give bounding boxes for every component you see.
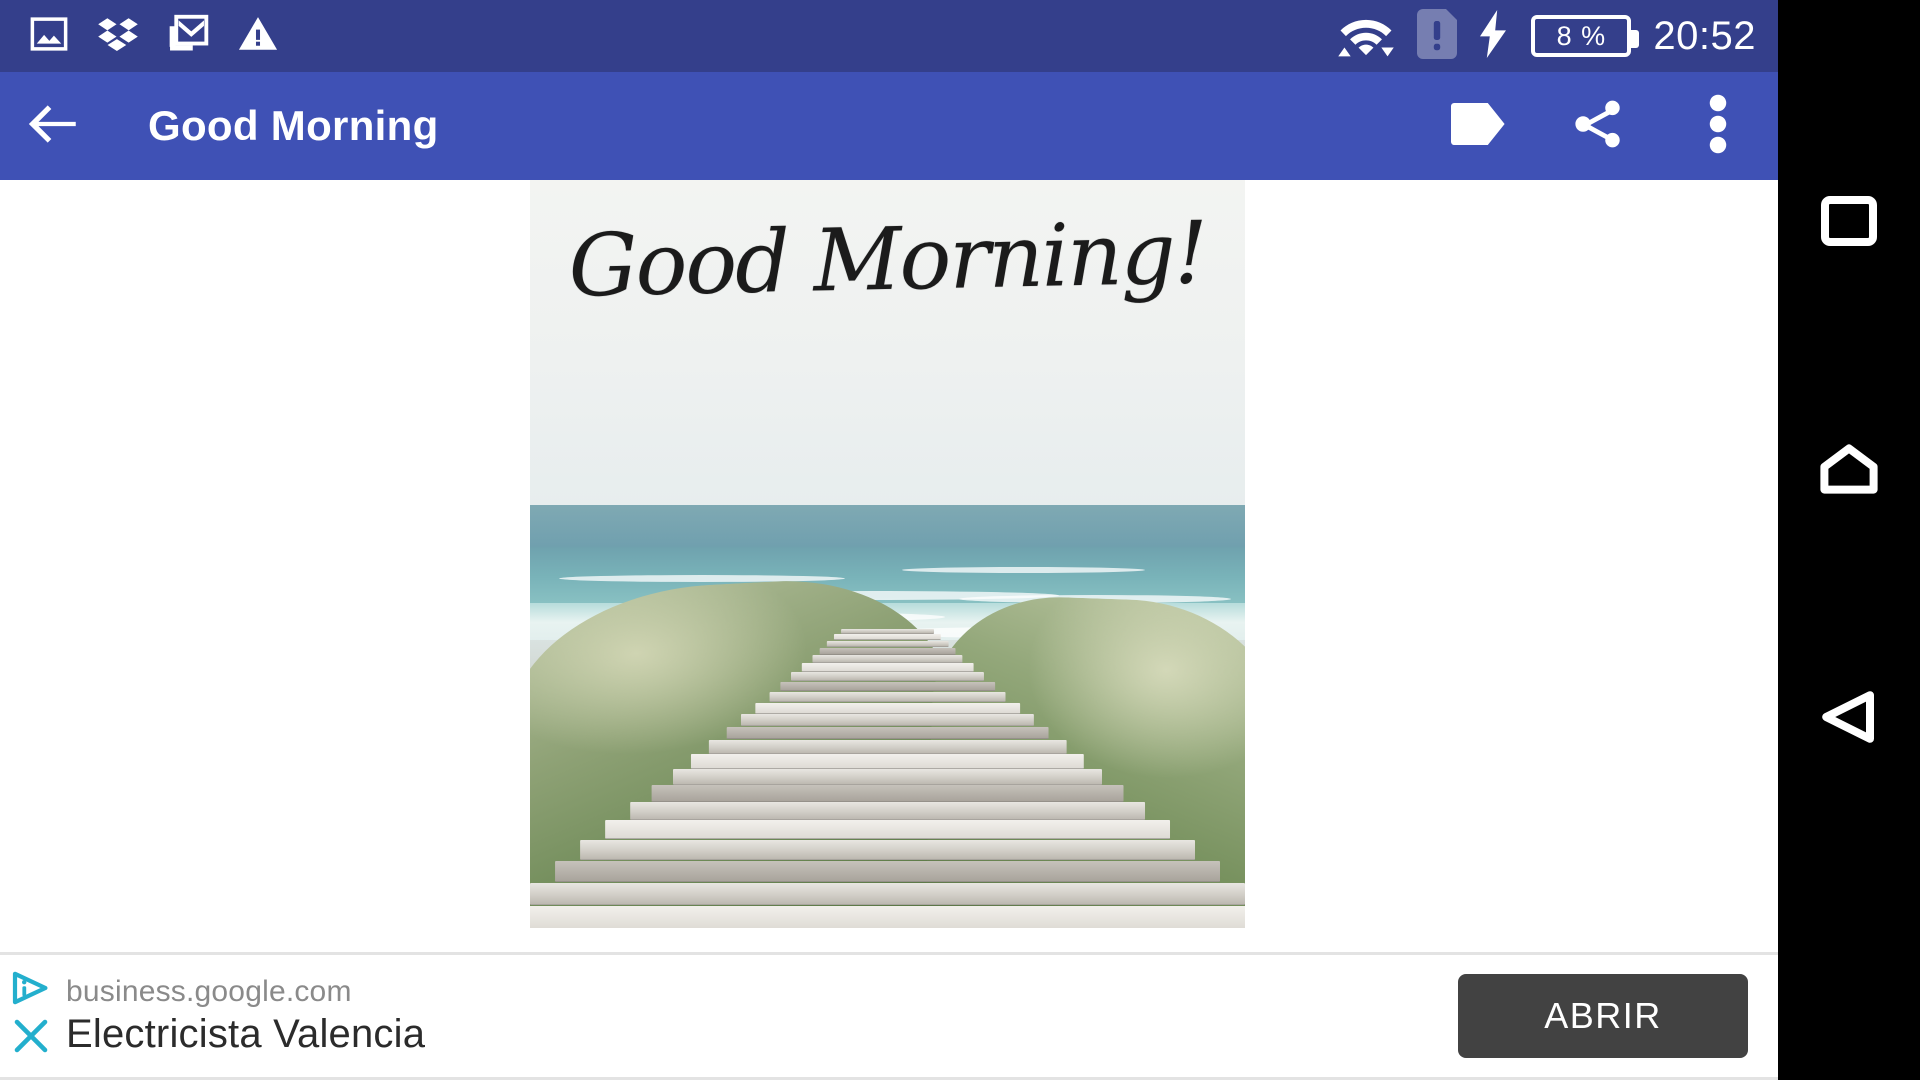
- status-bar-clock: 20:52: [1653, 14, 1756, 58]
- status-bar: 8 % 20:52: [0, 0, 1778, 72]
- ad-banner[interactable]: business.google.com Electricista Valenci…: [0, 952, 1778, 1080]
- charging-bolt-icon: [1479, 9, 1509, 63]
- adchoices-info-icon[interactable]: [11, 971, 51, 1010]
- home-button[interactable]: [1778, 396, 1920, 546]
- ad-banner-icons: [0, 955, 56, 1077]
- back-triangle-icon: [1821, 690, 1877, 749]
- gallery-image-icon: [28, 13, 70, 60]
- wifi-icon: [1337, 11, 1395, 62]
- battery-percent-label: 8 %: [1556, 20, 1607, 51]
- android-nav-bar: [1778, 0, 1920, 1080]
- ad-title: Electricista Valencia: [66, 1012, 426, 1057]
- image-sea-far: [530, 505, 1245, 551]
- ad-url: business.google.com: [66, 974, 352, 1008]
- recents-button[interactable]: [1778, 148, 1920, 298]
- status-bar-right-icons: 8 % 20:52: [1337, 8, 1778, 64]
- tag-icon: [1449, 101, 1507, 152]
- square-icon: [1821, 195, 1877, 251]
- share-icon: [1570, 96, 1626, 157]
- good-morning-image[interactable]: Good Morning!: [530, 180, 1245, 928]
- page-title: Good Morning: [148, 102, 439, 149]
- navigate-back-button[interactable]: [0, 72, 108, 180]
- sim-card-alert-icon: [1417, 8, 1458, 64]
- image-overlay-text: Good Morning!: [567, 203, 1208, 317]
- warning-triangle-icon: [236, 12, 280, 61]
- share-button[interactable]: [1538, 72, 1658, 180]
- image-boardwalk: [530, 628, 1245, 928]
- close-x-icon[interactable]: [11, 1016, 51, 1061]
- ad-open-button[interactable]: ABRIR: [1458, 974, 1748, 1058]
- arrow-back-icon: [25, 95, 83, 158]
- screen-root: 8 % 20:52 Good Morning Good Morning! bus…: [0, 0, 1920, 1080]
- overflow-menu-icon: [1707, 94, 1729, 159]
- content-area: Good Morning!: [0, 180, 1778, 952]
- app-bar-actions: [1418, 72, 1778, 180]
- ad-banner-text: business.google.com Electricista Valenci…: [56, 975, 425, 1058]
- battery-indicator: 8 %: [1531, 15, 1640, 57]
- gmail-icon: [166, 12, 210, 61]
- app-bar: Good Morning: [0, 72, 1778, 180]
- tag-button[interactable]: [1418, 72, 1538, 180]
- status-bar-left-icons: [0, 12, 280, 61]
- overflow-menu-button[interactable]: [1658, 72, 1778, 180]
- back-button[interactable]: [1778, 644, 1920, 794]
- home-icon: [1820, 443, 1878, 499]
- dropbox-icon: [96, 12, 140, 61]
- battery-outline: 8 %: [1531, 15, 1640, 57]
- phone-viewport: 8 % 20:52 Good Morning Good Morning! bus…: [0, 0, 1778, 1080]
